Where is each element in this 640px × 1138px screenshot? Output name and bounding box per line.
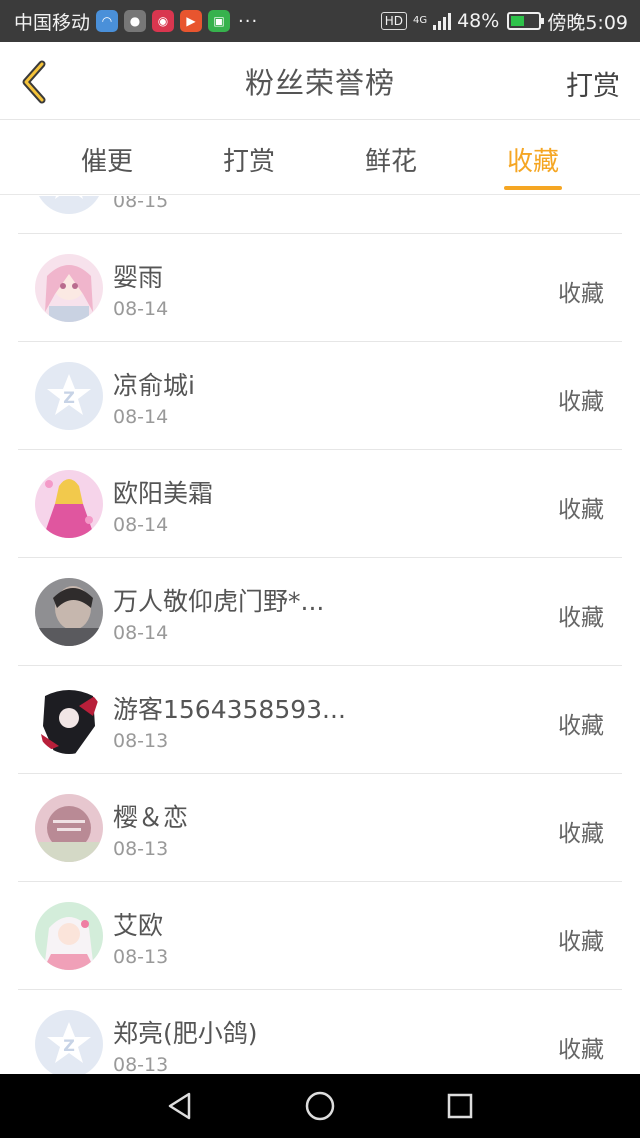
avatar[interactable]: [35, 686, 103, 754]
fan-name: 郑亮(肥小鸽): [113, 1019, 258, 1048]
fan-date: 08-13: [113, 838, 169, 860]
tab-favorites[interactable]: 收藏: [462, 121, 604, 194]
fan-list-item[interactable]: 艾欧 08-13 收藏: [18, 882, 622, 990]
nav-home-button[interactable]: [300, 1086, 340, 1126]
battery-percent: 48%: [457, 10, 500, 32]
fan-list-item[interactable]: 游客1564358593... 08-13 收藏: [18, 666, 622, 774]
fan-list-item[interactable]: 樱＆恋 08-13 收藏: [18, 774, 622, 882]
page-title: 粉丝荣誉榜: [244, 65, 395, 100]
favorite-action-label: 收藏: [558, 929, 604, 955]
status-right: HD 4G 48% 傍晚5:09: [380, 8, 628, 35]
avatar[interactable]: [35, 254, 103, 322]
signal-icon: [433, 12, 452, 30]
fan-date: 08-14: [113, 514, 169, 536]
carrier-label: 中国移动: [14, 11, 91, 34]
clock: 傍晚5:09: [547, 11, 628, 34]
favorite-action-label: 收藏: [558, 821, 604, 847]
favorite-action-label: 收藏: [558, 713, 604, 739]
fan-list-item[interactable]: Z 郑亮(肥小鸽) 08-13 收藏: [18, 990, 622, 1074]
default-qq-avatar: Z: [35, 196, 103, 214]
anime-pink-avatar: [35, 254, 103, 322]
wechat-icon: ●: [124, 10, 147, 32]
fan-list-item[interactable]: Z 08-15: [18, 196, 622, 234]
video-app-icon: ▶: [180, 10, 203, 32]
fan-list-item[interactable]: 欧阳美霜 08-14 收藏: [18, 450, 622, 558]
status-left: 中国移动 ◠ ● ◉ ▶ ▣ ···: [14, 8, 258, 35]
fan-list-item[interactable]: 万人敬仰虎门野*... 08-14 收藏: [18, 558, 622, 666]
fan-date: 08-14: [113, 298, 169, 320]
network-type: 4G: [412, 15, 428, 26]
triangle-back-icon: [168, 1092, 191, 1120]
fan-list-item[interactable]: 婴雨 08-14 收藏: [18, 234, 622, 342]
avatar[interactable]: [35, 794, 103, 862]
tab-reward[interactable]: 打赏: [178, 121, 320, 194]
back-button[interactable]: [16, 58, 56, 106]
pink-photo-avatar: [35, 794, 103, 862]
svg-text:Z: Z: [63, 388, 75, 407]
anime-white-hair-avatar: [35, 902, 103, 970]
cloud-app-icon: ◠: [96, 10, 119, 32]
dark-anime-avatar: [35, 686, 103, 754]
tab-urge[interactable]: 催更: [36, 121, 178, 194]
fan-date: 08-13: [113, 1054, 169, 1074]
fan-name: 凉俞城i: [113, 371, 195, 400]
system-nav-bar: [0, 1074, 640, 1138]
avatar[interactable]: [35, 902, 103, 970]
favorite-action-label: 收藏: [558, 497, 604, 523]
fan-date: 08-13: [113, 730, 169, 752]
fan-list-item[interactable]: Z 凉俞城i 08-14 收藏: [18, 342, 622, 450]
tab-label: 收藏: [506, 147, 559, 177]
nav-back-button[interactable]: [160, 1086, 200, 1126]
fan-list[interactable]: Z08-15婴雨08-14收藏Z凉俞城i08-14收藏欧阳美霜08-14收藏万人…: [0, 196, 640, 1074]
status-bar: 中国移动 ◠ ● ◉ ▶ ▣ ··· HD 4G 48% 傍晚5:09: [0, 0, 640, 42]
fan-date: 08-14: [113, 406, 169, 428]
reward-button[interactable]: 打赏: [566, 64, 620, 103]
default-qq-avatar: Z: [35, 362, 103, 430]
tab-label: 鲜花: [364, 147, 417, 177]
fan-date: 08-15: [113, 196, 169, 212]
favorite-action-label: 收藏: [558, 1037, 604, 1063]
fan-name: 游客1564358593...: [113, 695, 346, 724]
favorite-action-label: 收藏: [558, 605, 604, 631]
photo-avatar: [35, 578, 103, 646]
square-recents-icon: [447, 1093, 473, 1119]
favorite-action-label: 收藏: [558, 281, 604, 307]
chevron-left-icon: [22, 60, 46, 104]
iqiyi-icon: ▣: [208, 10, 231, 32]
anime-pink-dress-avatar: [35, 470, 103, 538]
tab-flowers[interactable]: 鲜花: [320, 121, 462, 194]
music-app-icon: ◉: [152, 10, 175, 32]
fan-name: 万人敬仰虎门野*...: [113, 587, 325, 616]
tab-label: 打赏: [222, 147, 275, 177]
battery-icon: [507, 12, 545, 30]
title-bar: 粉丝荣誉榜 打赏: [0, 42, 640, 120]
fan-name: 艾欧: [113, 911, 164, 940]
fan-list-content: Z08-15婴雨08-14收藏Z凉俞城i08-14收藏欧阳美霜08-14收藏万人…: [0, 196, 640, 1074]
fan-name: 樱＆恋: [113, 803, 189, 832]
svg-text:Z: Z: [63, 1036, 75, 1055]
avatar[interactable]: [35, 470, 103, 538]
nav-recents-button[interactable]: [440, 1086, 480, 1126]
tab-bar: 催更 打赏 鲜花 收藏: [0, 121, 640, 195]
fan-name: 欧阳美霜: [113, 479, 214, 508]
avatar[interactable]: Z: [35, 1010, 103, 1074]
circle-home-icon: [305, 1091, 335, 1121]
fan-name: 婴雨: [113, 263, 164, 292]
hd-badge: HD: [380, 12, 407, 30]
default-qq-avatar: Z: [35, 1010, 103, 1074]
fan-date: 08-14: [113, 622, 169, 644]
tab-label: 催更: [80, 147, 133, 177]
avatar[interactable]: Z: [35, 196, 103, 214]
avatar[interactable]: Z: [35, 362, 103, 430]
fan-date: 08-13: [113, 946, 169, 968]
avatar[interactable]: [35, 578, 103, 646]
more-notifications-icon: ···: [238, 10, 259, 32]
favorite-action-label: 收藏: [558, 389, 604, 415]
